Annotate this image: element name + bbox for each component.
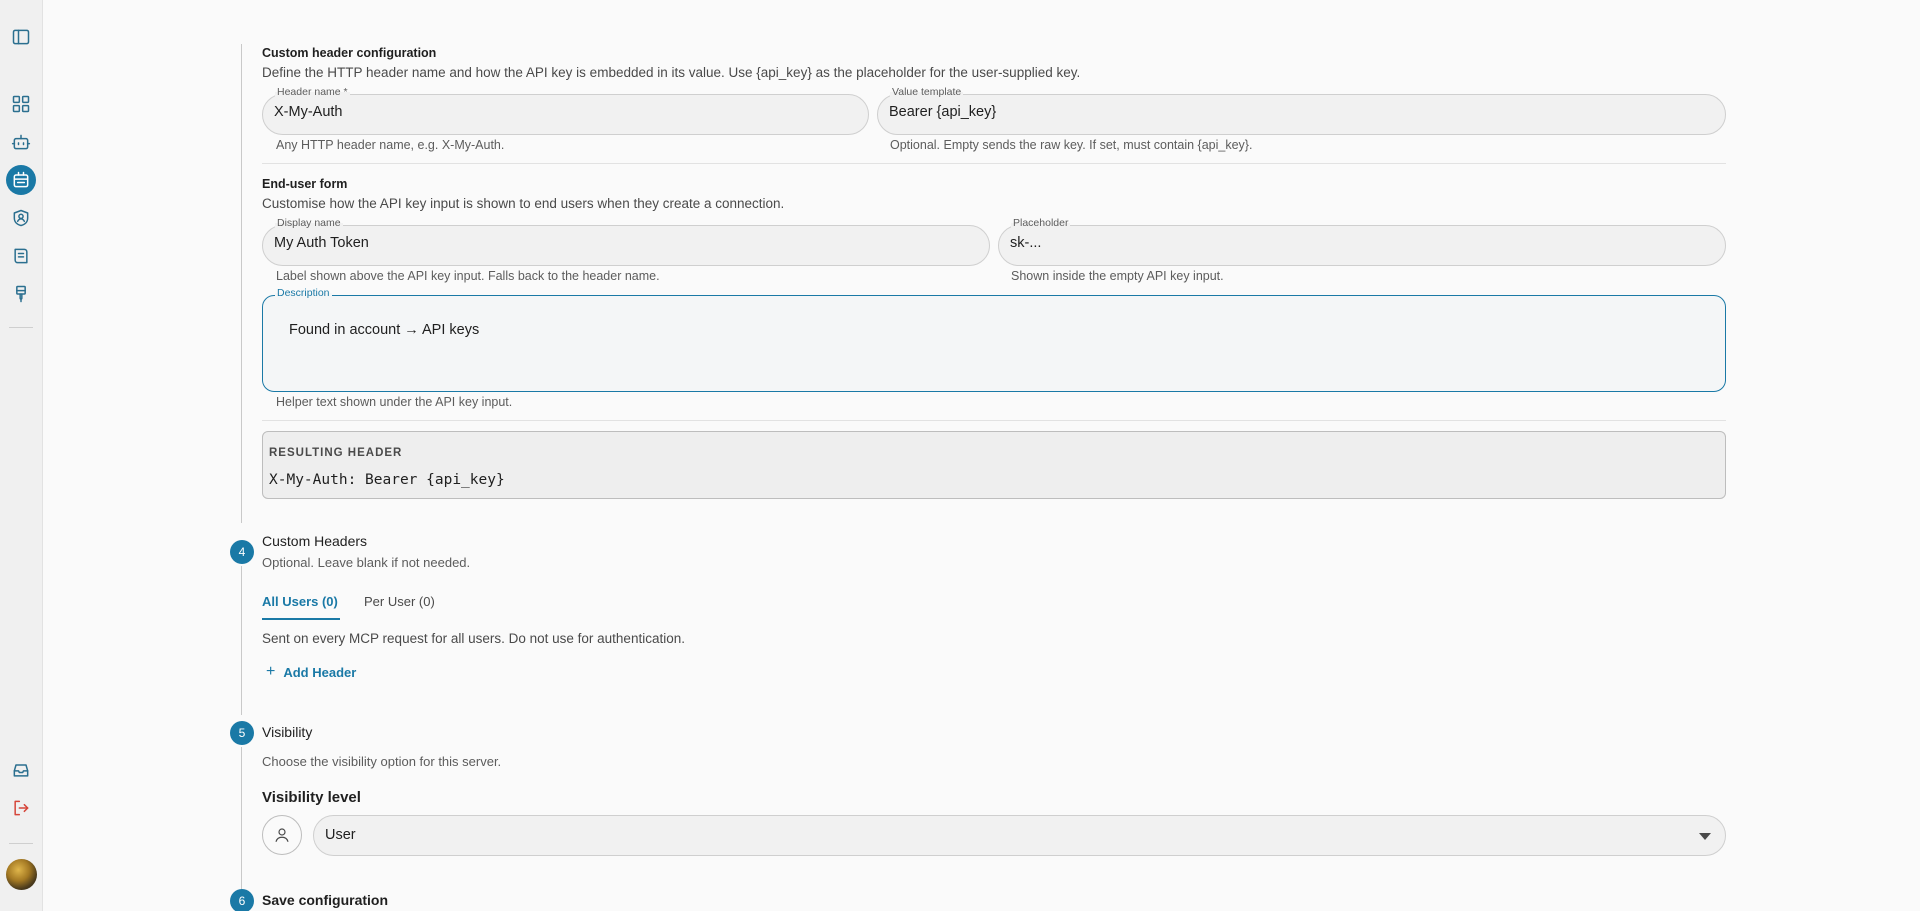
timeline-line xyxy=(241,44,242,523)
placeholder-helper: Shown inside the empty API key input. xyxy=(1011,269,1224,283)
sidebar-divider xyxy=(9,327,33,328)
step-number-6: 6 xyxy=(230,889,254,911)
header-name-field[interactable]: Header name * X-My-Auth xyxy=(262,86,869,135)
tab-per-user[interactable]: Per User (0) xyxy=(364,594,435,609)
placeholder-field[interactable]: Placeholder sk-... xyxy=(998,217,1726,266)
header-name-label: Header name * xyxy=(275,86,350,98)
value-template-label: Value template xyxy=(890,86,964,98)
resulting-header-box: RESULTING HEADER X-My-Auth: Bearer {api_… xyxy=(262,431,1726,499)
sidebar-toggle-icon[interactable] xyxy=(8,24,34,50)
sidebar-divider xyxy=(9,843,33,844)
book-icon[interactable] xyxy=(8,243,34,269)
inbox-icon[interactable] xyxy=(8,757,34,783)
bot-icon[interactable] xyxy=(8,129,34,155)
display-name-value: My Auth Token xyxy=(274,235,369,251)
header-name-value: X-My-Auth xyxy=(274,104,343,120)
description-label: Description xyxy=(275,287,332,299)
end-user-form-title: End-user form xyxy=(262,177,348,191)
brush-icon[interactable] xyxy=(8,281,34,307)
timeline-line xyxy=(241,566,242,715)
step-number-4: 4 xyxy=(230,540,254,564)
section-divider xyxy=(262,163,1726,164)
user-icon[interactable] xyxy=(262,815,302,855)
resulting-header-value: X-My-Auth: Bearer {api_key} xyxy=(269,472,505,488)
resulting-header-label: RESULTING HEADER xyxy=(269,447,403,459)
plus-icon: + xyxy=(266,663,276,680)
display-name-helper: Label shown above the API key input. Fal… xyxy=(276,269,660,283)
value-template-field[interactable]: Value template Bearer {api_key} xyxy=(877,86,1726,135)
visibility-level-label: Visibility level xyxy=(262,789,361,806)
add-header-button[interactable]: + Add Header xyxy=(266,664,356,680)
visibility-subtitle: Choose the visibility option for this se… xyxy=(262,754,502,769)
server-icon[interactable] xyxy=(6,165,36,195)
shield-user-icon[interactable] xyxy=(8,205,34,231)
step-number-5: 5 xyxy=(230,721,254,745)
placeholder-value: sk-... xyxy=(1010,235,1042,251)
save-configuration-title: Save configuration xyxy=(262,892,389,908)
visibility-select[interactable]: User xyxy=(313,815,1726,856)
chevron-down-icon xyxy=(1699,833,1711,840)
custom-header-title: Custom header configuration xyxy=(262,46,437,60)
sidebar xyxy=(0,0,43,911)
display-name-label: Display name xyxy=(275,217,343,229)
description-helper: Helper text shown under the API key inpu… xyxy=(276,395,513,409)
visibility-title: Visibility xyxy=(262,724,313,740)
header-name-helper: Any HTTP header name, e.g. X-My-Auth. xyxy=(276,138,505,152)
timeline-line xyxy=(241,747,242,892)
placeholder-label: Placeholder xyxy=(1011,217,1071,229)
value-template-value: Bearer {api_key} xyxy=(889,104,997,120)
dashboard-icon[interactable] xyxy=(8,91,34,117)
display-name-field[interactable]: Display name My Auth Token xyxy=(262,217,990,266)
add-header-label: Add Header xyxy=(283,664,357,680)
custom-headers-title: Custom Headers xyxy=(262,533,368,549)
end-user-form-description: Customise how the API key input is shown… xyxy=(262,196,785,211)
description-textarea[interactable]: Description Found in account → API keys xyxy=(262,287,1726,392)
custom-header-description: Define the HTTP header name and how the … xyxy=(262,65,1081,80)
custom-headers-info: Sent on every MCP request for all users.… xyxy=(262,631,685,646)
visibility-selected-value: User xyxy=(325,827,356,843)
active-tab-indicator xyxy=(262,618,340,620)
logout-icon[interactable] xyxy=(8,795,34,821)
avatar[interactable] xyxy=(6,859,37,890)
description-value: Found in account → API keys xyxy=(289,322,480,338)
value-template-helper: Optional. Empty sends the raw key. If se… xyxy=(890,138,1253,152)
custom-headers-subtitle: Optional. Leave blank if not needed. xyxy=(262,555,471,570)
tab-all-users[interactable]: All Users (0) xyxy=(262,594,338,609)
section-divider xyxy=(262,420,1726,421)
